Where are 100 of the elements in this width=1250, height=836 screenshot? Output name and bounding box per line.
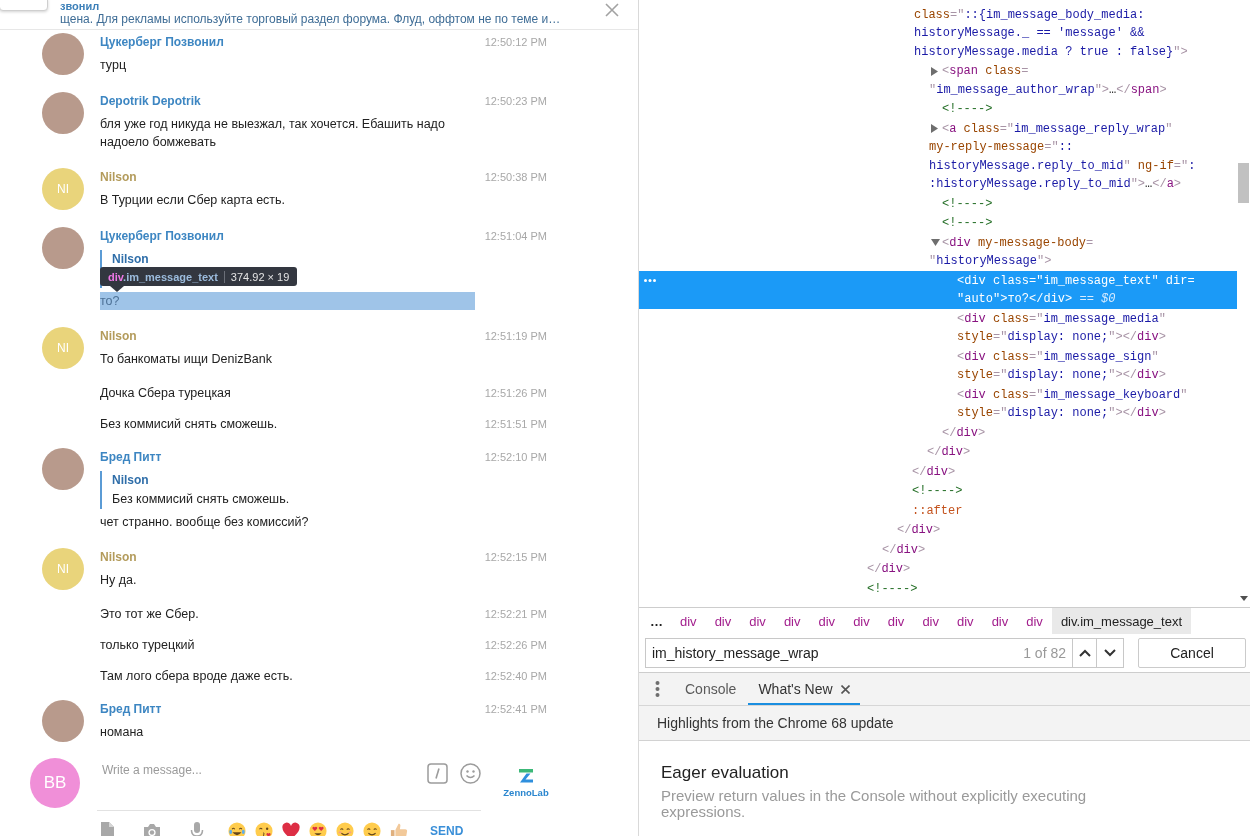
breadcrumb[interactable]: div.im_message_text <box>1051 608 1192 634</box>
code-line[interactable]: </div> <box>867 560 911 579</box>
message-text: турц <box>100 57 128 74</box>
scroll-down-arrow-icon[interactable] <box>1239 596 1248 601</box>
message-text: Ну да. <box>100 572 138 589</box>
breadcrumb[interactable]: div <box>774 608 810 634</box>
drawer-tab[interactable]: Console <box>675 673 747 705</box>
code-line[interactable]: <!----> <box>942 194 993 213</box>
code-line[interactable]: "im_message_author_wrap">…</span> <box>929 80 1167 99</box>
more-icon[interactable] <box>644 279 656 283</box>
slash-box-icon[interactable] <box>427 763 448 784</box>
message-text: В Турции если Сбер карта есть. <box>100 192 287 209</box>
breadcrumb-overflow[interactable]: … <box>650 613 663 629</box>
element-size: 374.92 × 19 <box>230 270 290 283</box>
smiling-face-icon[interactable] <box>363 822 381 836</box>
code-line[interactable]: style="display: none;"></div> <box>957 328 1166 347</box>
code-line[interactable]: historyMessage.reply_to_mid" ng-if=": <box>929 156 1196 175</box>
user-avatar: NI <box>42 548 84 590</box>
message-text: только турецкий <box>100 637 196 654</box>
breadcrumb[interactable]: div <box>982 608 1018 634</box>
drawer-subtitle: Highlights from the Chrome 68 update <box>657 715 894 731</box>
code-line[interactable]: ::after <box>912 501 963 520</box>
message-time: 12:52:15 PM <box>483 550 547 565</box>
breadcrumb[interactable]: div <box>809 608 845 634</box>
previous-match-button[interactable] <box>1072 638 1097 668</box>
logo-icon <box>518 769 534 783</box>
avatar-photo <box>42 700 84 742</box>
caret-down-icon[interactable] <box>931 239 940 247</box>
logo-text: ZennoLab <box>503 787 549 798</box>
smiley-icon[interactable] <box>460 763 481 784</box>
breadcrumb[interactable]: div <box>878 608 914 634</box>
breadcrumb[interactable]: div <box>948 608 983 634</box>
chevron-down-icon <box>1104 649 1116 657</box>
chevron-up-icon <box>1078 649 1091 657</box>
message-time: 12:52:40 PM <box>483 669 547 684</box>
code-line[interactable]: "historyMessage"> <box>929 252 1052 271</box>
feature-title: Eager evaluation <box>661 762 789 784</box>
code-line[interactable]: <div class="im_message_media" <box>957 309 1166 328</box>
caret-right-icon[interactable] <box>931 124 938 134</box>
scrollbar-thumb[interactable] <box>1238 163 1249 203</box>
author-name[interactable]: Depotrik Depotrik <box>100 92 201 110</box>
reply-author: Nilson <box>112 251 149 268</box>
message-text: бля уже год никуда не выезжал, так хочется. Ебашить надо надоело бомжевать <box>100 116 446 151</box>
pinned-message[interactable]: щена. Для рекламы используйте торговый раздел форума. Флуд, оффтом не по теме и… <box>60 12 561 27</box>
code-line[interactable]: <!----> <box>942 214 993 233</box>
reply-quote[interactable]: Nilson Без коммисий снять сможешь. <box>100 471 475 509</box>
winking-kiss-face-icon[interactable] <box>255 822 273 836</box>
message-text: чет странно. вообще без комиссий? <box>100 514 310 531</box>
code-line[interactable]: style="display: none;"></div> <box>957 366 1166 385</box>
breadcrumb[interactable]: div <box>705 608 741 634</box>
cancel-button[interactable]: Cancel <box>1138 638 1246 668</box>
breadcrumb[interactable]: div <box>740 608 775 634</box>
author-name[interactable]: Бред Питт <box>100 700 162 718</box>
code-line[interactable]: <!----> <box>867 579 918 598</box>
code-line[interactable]: </div> <box>897 521 941 540</box>
code-line[interactable]: :historyMessage.reply_to_mid">…</a> <box>929 175 1182 194</box>
element-selector: div.im_message_text <box>108 270 218 283</box>
code-line[interactable]: class="::{im_message_body_media: <box>914 5 1145 24</box>
code-line[interactable]: historyMessage.media ? true : false}"> <box>914 42 1188 61</box>
feature-description: Preview return values in the Console without explicitly executing expressions. <box>661 788 1088 820</box>
heart-icon[interactable] <box>282 822 300 836</box>
next-match-button[interactable] <box>1097 638 1124 668</box>
reply-author: Nilson <box>112 472 149 489</box>
thumbs-up-icon[interactable] <box>390 822 408 836</box>
breadcrumb[interactable]: div <box>844 608 879 634</box>
author-name[interactable]: Цукерберг Позвонил <box>100 227 224 245</box>
message-time: 12:50:38 PM <box>483 170 547 185</box>
breadcrumb[interactable]: div <box>1017 608 1052 634</box>
code-line[interactable]: </div> <box>927 443 971 462</box>
code-line[interactable]: historyMessage._ == 'message' && <box>914 24 1145 43</box>
message-text: Без коммисий снять сможешь. <box>100 416 279 433</box>
code-line[interactable]: style="display: none;"></div> <box>957 404 1166 423</box>
code-line[interactable]: </div> <box>912 462 956 481</box>
close-icon[interactable] <box>840 684 850 694</box>
code-line[interactable]: <!----> <box>942 100 993 119</box>
code-line[interactable]: <div class="im_message_keyboard" <box>957 385 1188 404</box>
message-text: То банкоматы ищи DenizBank <box>100 351 273 368</box>
caret-right-icon[interactable] <box>931 66 938 76</box>
code-line[interactable]: </div> <box>882 540 926 559</box>
search-input[interactable]: im_history_message_wrap <box>645 638 985 668</box>
code-line[interactable]: <a class="im_message_reply_wrap" <box>942 119 1173 138</box>
message-time: 12:52:21 PM <box>483 607 547 622</box>
message-time: 12:51:26 PM <box>483 386 547 401</box>
author-name[interactable]: Бред Питт <box>100 448 162 466</box>
message-input[interactable]: Write a message... <box>97 758 415 782</box>
code-line[interactable]: <span class= <box>942 62 1029 81</box>
code-line[interactable]: </div> <box>942 423 986 442</box>
breadcrumb[interactable]: div <box>913 608 948 634</box>
heart-eyes-face-icon[interactable] <box>309 822 327 836</box>
smiling-face-icon[interactable] <box>336 822 354 836</box>
message-text: Дочка Сбера турецкая <box>100 385 232 402</box>
avatar-photo <box>42 448 84 490</box>
laughing-face-icon[interactable] <box>228 822 246 836</box>
author-name[interactable]: Цукерберг Позвонил <box>100 33 224 51</box>
code-line[interactable]: <!----> <box>912 482 963 501</box>
code-line[interactable]: <div class="im_message_sign" <box>957 347 1159 366</box>
breadcrumb[interactable]: div <box>671 608 706 634</box>
user-avatar: NI <box>42 168 84 210</box>
code-line[interactable]: my-reply-message=":: <box>929 138 1074 157</box>
code-line[interactable]: <div my-message-body= <box>942 233 1094 252</box>
